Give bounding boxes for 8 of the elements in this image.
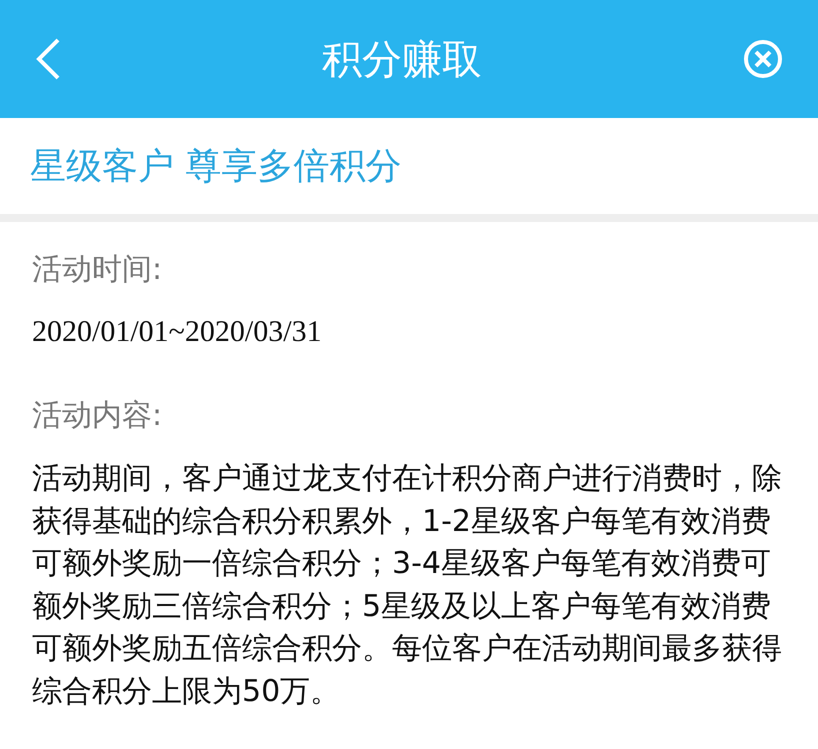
close-button[interactable] xyxy=(742,38,784,80)
section-label: 活动时间: xyxy=(32,251,164,289)
section-label: 活动内容: xyxy=(32,397,164,435)
banner-title: 星级客户 尊享多倍积分 xyxy=(30,144,402,188)
page-title: 积分赚取 xyxy=(322,36,482,84)
description-text: 活动期间，客户通过龙支付在计积分商户进行消费时，除获得基础的综合积分积累外，1-2星级客户每笔有效消费可额外奖励一倍综合积分；3-4星级客户每笔有效消费可额外奖励三倍综合积分；5星级及以上客户每笔有效消费可额外奖励五倍综合积分。每位客户在活动期间最多获得综合积分上限为50万。 xyxy=(32,460,783,710)
back-button[interactable] xyxy=(34,37,62,81)
date-range: 2020/01/01~2020/03/31 xyxy=(32,314,323,350)
